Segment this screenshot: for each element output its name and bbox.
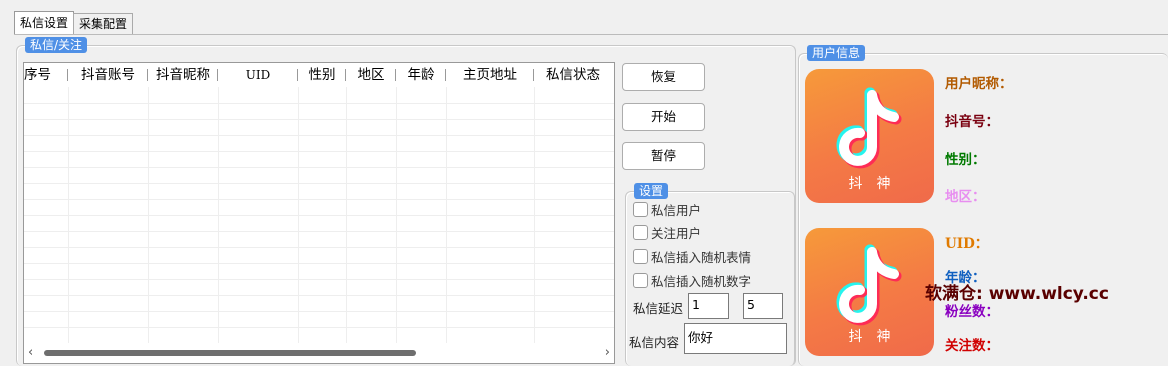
option-message-user-label: 私信用户 [651,202,702,218]
uid-label: UID： [945,236,989,252]
checkbox-follow-user[interactable] [633,224,648,240]
col-region[interactable]: 地区 [346,63,396,87]
table-body [24,87,614,343]
checkbox-random-number[interactable] [633,272,648,288]
col-age[interactable]: 年龄 [396,63,446,87]
content-label: 私信内容 [629,335,680,350]
option-message-user[interactable]: 私信用户 [633,200,701,218]
delay-max-input[interactable]: 5 [743,293,783,319]
nickname-label: 用户昵称： [945,76,1013,92]
col-nickname[interactable]: 抖音昵称 [148,63,218,87]
option-follow-user-label: 关注用户 [651,225,702,241]
checkbox-message-user[interactable] [633,201,648,217]
col-account[interactable]: 抖音账号 [68,63,148,87]
scroll-left-icon[interactable]: ‹ [28,346,33,360]
delay-label: 私信延迟 [633,301,684,316]
col-index[interactable]: 序号 [24,63,68,87]
tab-message-settings[interactable]: 私信设置 [14,11,75,34]
col-gender[interactable]: 性别 [298,63,346,87]
option-random-number-label: 私信插入随机数字 [651,273,752,289]
col-message-status[interactable]: 私信状态 [534,63,612,87]
watermark-text: 软满仓: www.wlcy.cc [925,284,1109,304]
checkbox-random-emoji[interactable] [633,248,648,264]
delay-min-input[interactable]: 1 [688,293,729,319]
table-header: 序号 抖音账号 抖音昵称 UID 性别 地区 年龄 主页地址 私信状态 [24,63,614,87]
user-avatar-bottom: 抖神 [805,228,934,356]
settings-group-title: 设置 [634,183,669,199]
table-horizontal-scrollbar[interactable]: ‹ › [24,343,614,363]
user-info-group-title: 用户信息 [807,45,866,61]
option-random-number[interactable]: 私信插入随机数字 [633,271,751,289]
message-follow-group-title: 私信/关注 [25,37,88,53]
option-random-emoji[interactable]: 私信插入随机表情 [633,247,751,265]
user-avatar-top: 抖神 [805,69,934,203]
douyin-id-label: 抖音号： [945,114,999,130]
message-content-input[interactable]: 你好 [684,323,787,354]
option-follow-user[interactable]: 关注用户 [633,223,701,241]
pause-button[interactable]: 暂停 [622,142,705,170]
restore-button[interactable]: 恢复 [622,63,705,91]
avatar-caption: 抖神 [848,176,905,192]
start-button[interactable]: 开始 [622,103,705,131]
gender-label: 性别： [945,152,986,168]
region-label: 地区： [945,189,986,205]
option-random-emoji-label: 私信插入随机表情 [651,249,752,265]
col-uid[interactable]: UID [218,63,298,87]
scroll-right-icon[interactable]: › [605,346,610,360]
tab-bar: 私信设置 采集配置 [14,11,134,35]
user-table[interactable]: 序号 抖音账号 抖音昵称 UID 性别 地区 年龄 主页地址 私信状态 ‹ › [23,62,615,364]
following-label: 关注数： [945,338,999,354]
avatar-caption: 抖神 [848,329,905,345]
tab-collect-config[interactable]: 采集配置 [73,13,134,34]
col-homepage[interactable]: 主页地址 [446,63,534,87]
scrollbar-thumb[interactable] [44,350,416,356]
